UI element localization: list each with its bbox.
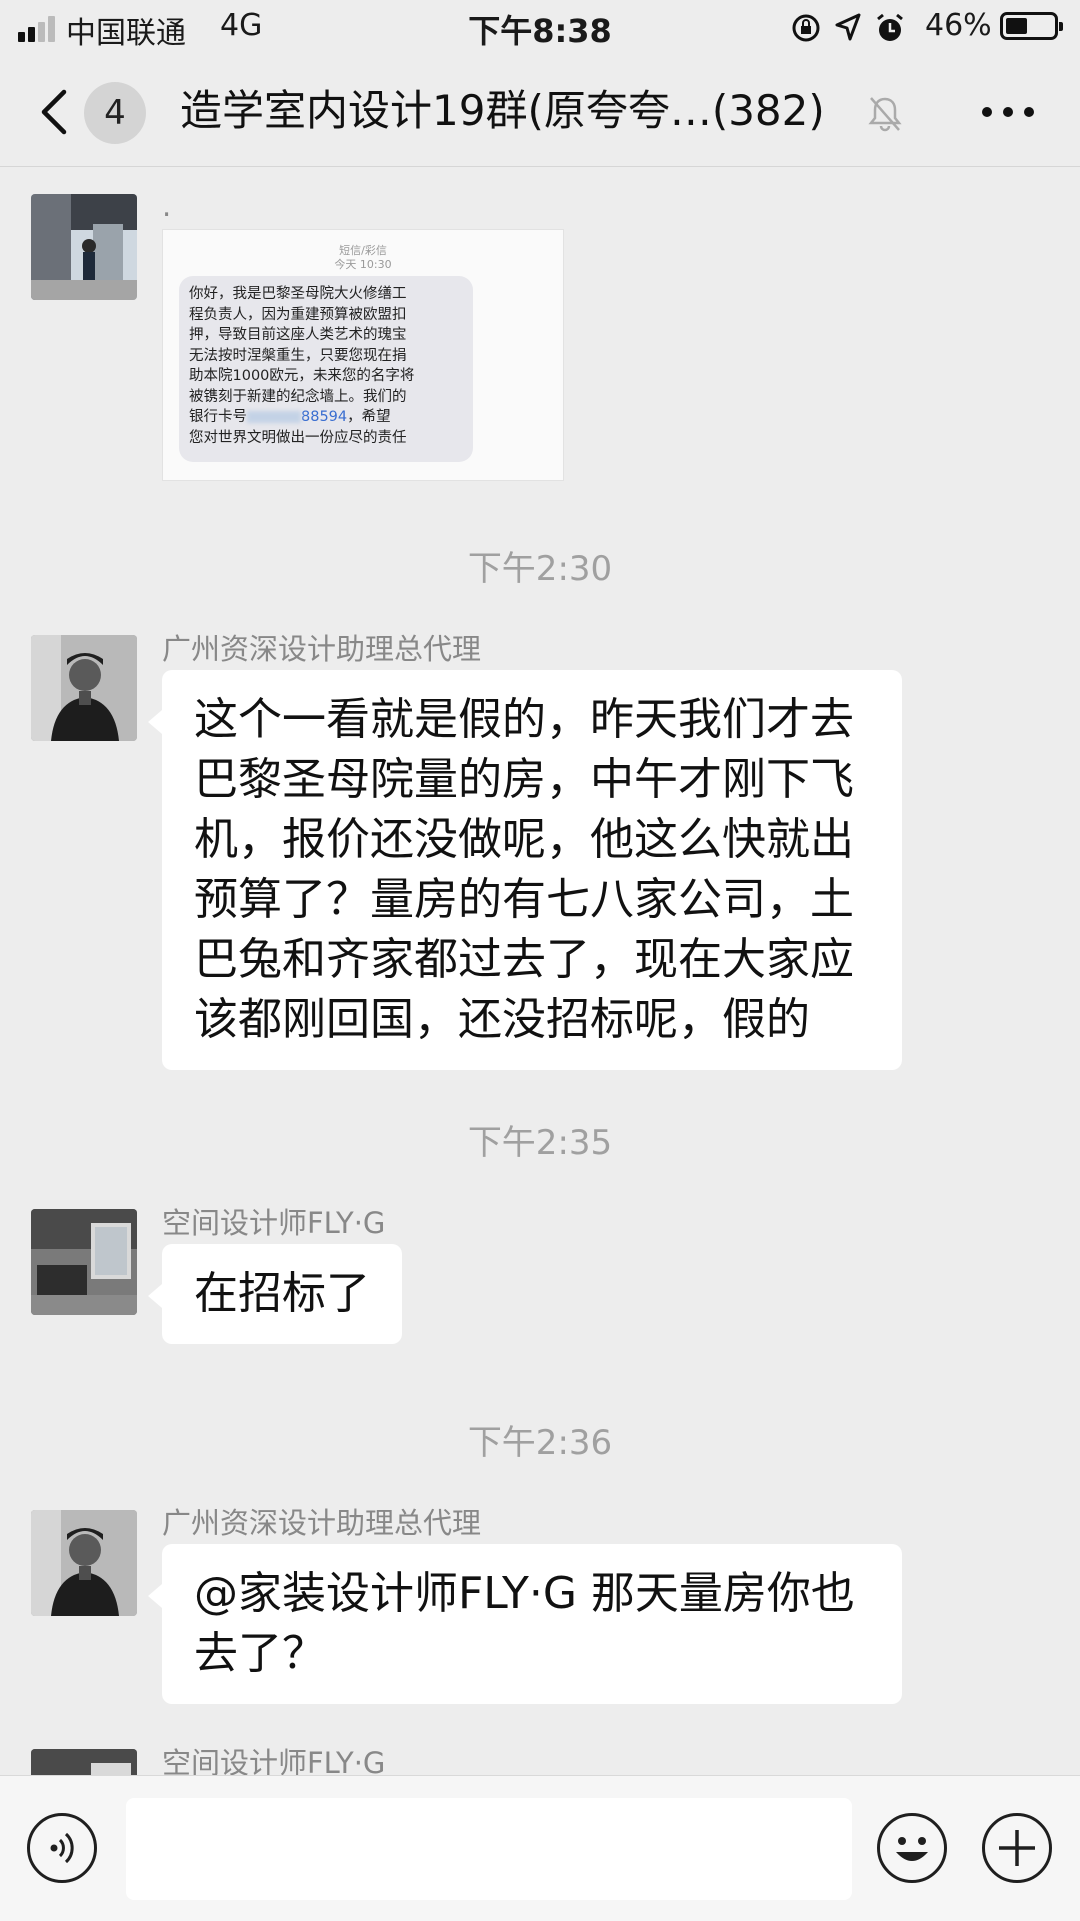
emoji-icon: [896, 1837, 928, 1861]
sms-line: 你好，我是巴黎圣母院大火修缮工: [189, 286, 407, 302]
avatar[interactable]: [31, 1510, 137, 1616]
status-bar: 中国联通 4G 下午8:38 46%: [0, 0, 1080, 58]
bank-label: 银行卡号: [189, 409, 247, 425]
more-options-button[interactable]: [982, 104, 1034, 120]
timestamp: 下午2:35: [467, 1123, 613, 1163]
message-line: 在招标了: [194, 1268, 370, 1319]
sms-line: 您对世界文明做出一份应尽的责任: [189, 429, 407, 446]
input-bar: [0, 1775, 1080, 1921]
voice-button[interactable]: [27, 1813, 97, 1883]
chevron-left-icon: [41, 89, 67, 135]
location-icon: [834, 12, 862, 48]
image-message[interactable]: 短信/彩信 今天 10:30 你好，我是巴黎圣母院大火修缮工 程负责人，因为重建…: [162, 229, 564, 481]
plus-button[interactable]: [982, 1813, 1052, 1883]
message-line: 巴兔和齐家都过去了，现在大家应: [194, 934, 854, 985]
redacted-number: [247, 411, 301, 423]
sms-time: 今天 10:30: [334, 258, 392, 271]
battery-percent: 46%: [925, 8, 992, 43]
sms-bank-line: 银行卡号 88594，希望: [189, 407, 463, 428]
battery-icon: [1000, 12, 1063, 40]
sender-name: .: [162, 189, 172, 223]
chat-header: 4 造学室内设计19群(原夸夸…(382): [0, 58, 1080, 167]
back-button[interactable]: [36, 86, 76, 138]
avatar[interactable]: [31, 194, 137, 300]
text-message-bubble[interactable]: 在招标了: [148, 1244, 402, 1344]
plus-icon: [999, 1830, 1035, 1866]
avatar[interactable]: [31, 635, 137, 741]
sender-name: 广州资深设计助理总代理: [162, 632, 482, 666]
unread-count-badge[interactable]: 4: [84, 82, 146, 144]
message-line: 预算了？量房的有七八家公司，土: [194, 874, 854, 925]
mute-bell-icon: [866, 94, 904, 134]
message-line: 机，报价还没做呢，他这么快就出: [194, 814, 854, 865]
message-list[interactable]: . 短信/彩信 今天 10:30 你好，我是巴黎圣母院大火修缮工 程负责人，因为…: [0, 167, 1080, 1775]
sms-line: 被镌刻于新建的纪念墙上。我们的: [189, 388, 407, 405]
timestamp: 下午2:36: [467, 1423, 613, 1463]
rotation-lock-icon: [790, 12, 822, 48]
message-line: 该都刚回国，还没招标呢，假的: [194, 994, 810, 1045]
text-message-bubble[interactable]: @家装设计师FLY·G 那天量房你也 去了？: [148, 1544, 902, 1704]
sms-line: 无法按时涅槃重生，只要您现在捐: [189, 347, 407, 364]
message-line: @家装设计师FLY·G 那天量房你也: [194, 1568, 855, 1619]
message-line: 这个一看就是假的，昨天我们才去: [194, 694, 854, 745]
message-line: 去了？: [194, 1628, 326, 1679]
message-item: . 短信/彩信 今天 10:30 你好，我是巴黎圣母院大火修缮工 程负责人，因为…: [0, 167, 1080, 487]
bank-suffix: ，希望: [347, 409, 391, 425]
text-message-bubble[interactable]: 这个一看就是假的，昨天我们才去 巴黎圣母院量的房，中午才刚下飞 机，报价还没做呢…: [148, 670, 902, 1070]
emoji-button[interactable]: [877, 1813, 947, 1883]
status-time: 下午8:38: [468, 12, 612, 50]
sender-name: 空间设计师FLY·G: [162, 1206, 386, 1240]
message-line: 巴黎圣母院量的房，中午才刚下飞: [194, 754, 854, 805]
message-input[interactable]: [126, 1798, 852, 1900]
voice-icon: [50, 1832, 74, 1864]
alarm-icon: [874, 12, 906, 48]
sms-line: 助本院1000欧元，未来您的名字将: [189, 368, 415, 384]
sms-line: 程负责人，因为重建预算被欧盟扣: [189, 306, 407, 323]
bank-number: 88594: [301, 409, 348, 425]
avatar[interactable]: [31, 1209, 137, 1315]
sender-name: 广州资深设计助理总代理: [162, 1506, 482, 1540]
sender-name: 空间设计师FLY·G: [162, 1746, 386, 1775]
avatar[interactable]: [31, 1749, 137, 1775]
sms-line: 押，导致目前这座人类艺术的瑰宝: [189, 327, 407, 343]
timestamp: 下午2:30: [467, 549, 613, 589]
chat-title: 造学室内设计19群(原夸夸…(382): [180, 86, 825, 135]
sms-bubble: 你好，我是巴黎圣母院大火修缮工 程负责人，因为重建预算被欧盟扣 押，导致目前这座…: [179, 276, 473, 462]
